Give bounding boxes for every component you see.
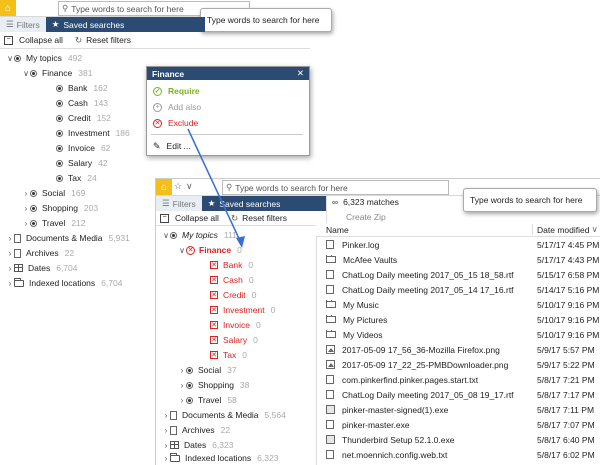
arrow-line <box>187 128 243 246</box>
arrow-head <box>236 236 245 248</box>
annotation-arrow <box>187 128 245 248</box>
